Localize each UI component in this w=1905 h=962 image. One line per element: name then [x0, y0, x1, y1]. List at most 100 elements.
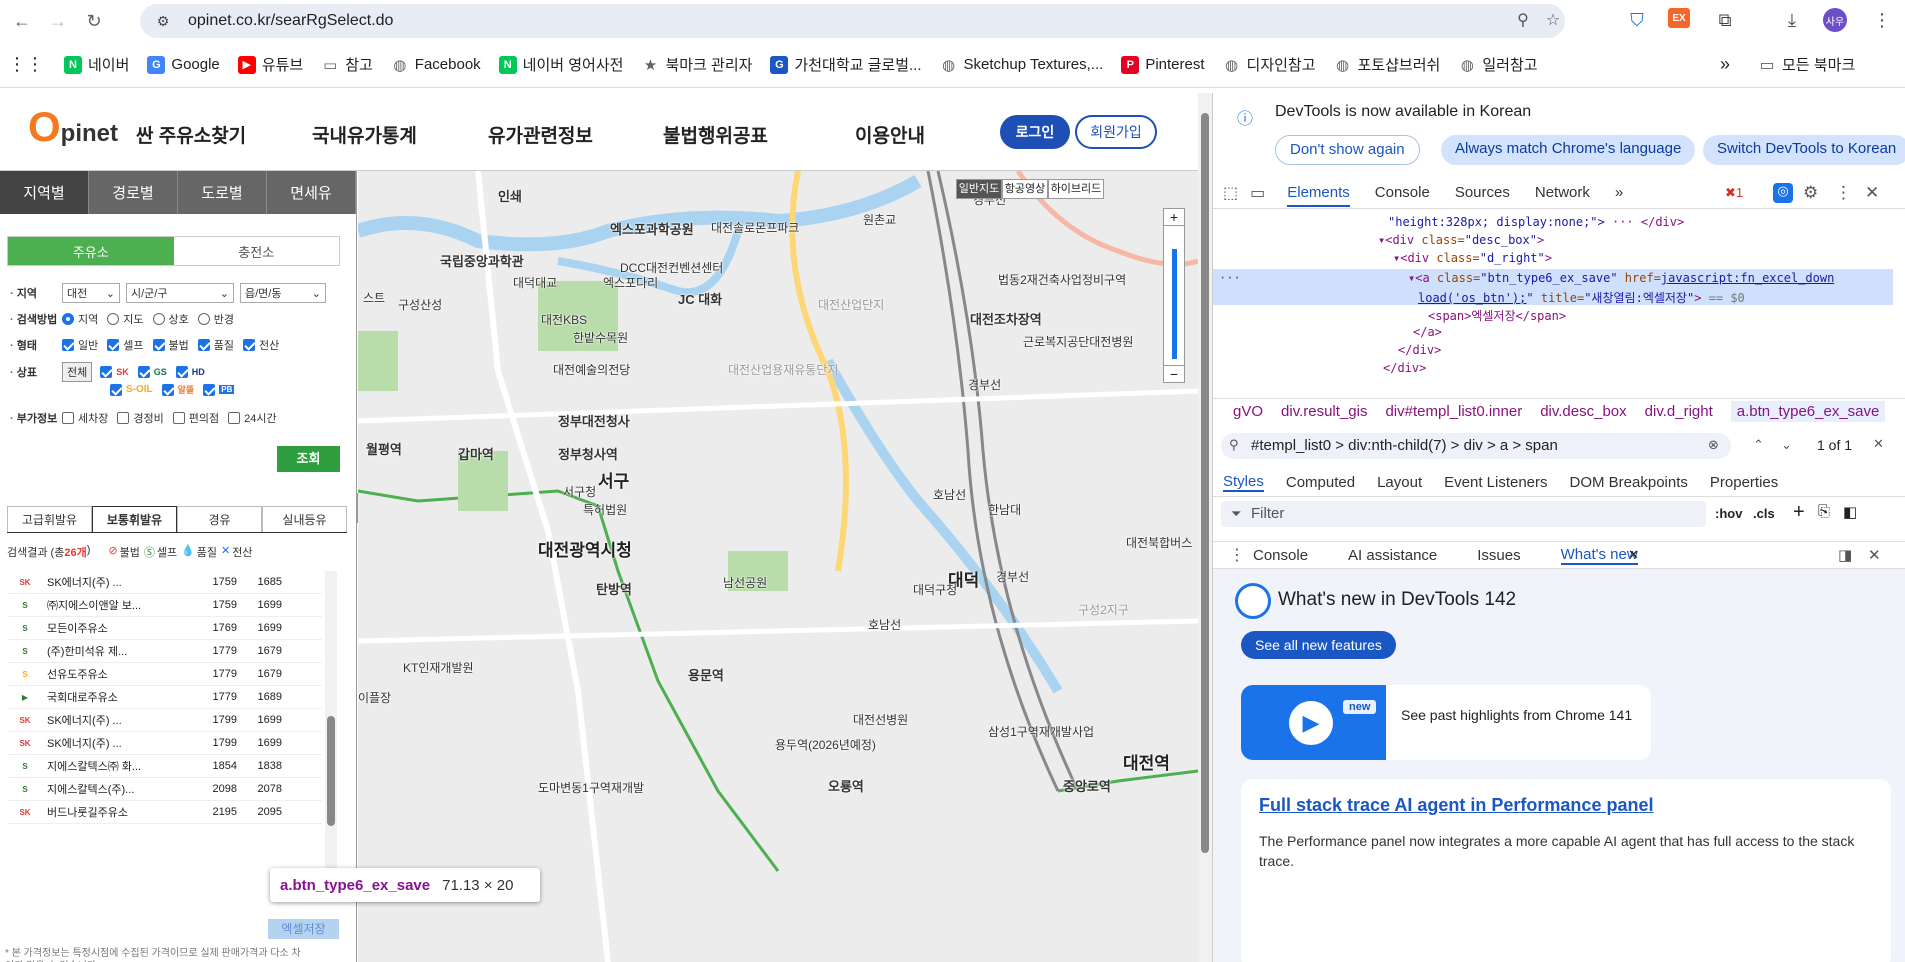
settings-gear-icon[interactable]: ⚙ — [1803, 183, 1818, 203]
devtools-scrollbar[interactable] — [1893, 93, 1905, 962]
reload-icon[interactable]: ↻ — [80, 7, 108, 35]
map-label[interactable]: JC 대화 — [678, 289, 722, 308]
map-label[interactable]: 이플장 — [358, 689, 391, 706]
station-name[interactable]: 지에스칼텍스(주)... — [47, 781, 177, 797]
bookmark-2[interactable]: ▶ 유튜브 — [237, 54, 303, 75]
extensions-icon[interactable]: ⧉ — [1713, 8, 1737, 32]
map-label[interactable]: 한밭수목원 — [573, 329, 628, 346]
styles-filter-input[interactable]: Filter — [1221, 501, 1706, 527]
more-bookmarks-icon[interactable]: » — [1720, 54, 1730, 75]
styles-tab[interactable]: Event Listeners — [1444, 474, 1547, 491]
map-label[interactable]: 서구 — [598, 467, 629, 492]
map-label[interactable]: 도마변동1구역재개발 — [538, 779, 644, 796]
brand-soil-checkbox[interactable]: S-OIL — [110, 383, 153, 396]
forward-icon[interactable]: → — [44, 7, 72, 35]
map-label[interactable]: 용두역(2026년예정) — [775, 736, 876, 753]
sigungu-select[interactable]: 시/군/구 ⌄ — [126, 283, 234, 303]
table-row[interactable]: S (주)한미석유 제... 1779 1679 — [7, 640, 322, 663]
tab-diesel[interactable]: 경유 — [177, 506, 262, 532]
map[interactable]: 인쇄 경부선 엑스포과학공원 대전솔로몬프파크 원촌교 국립중앙과학관 DCC대전컨벤션센터… — [358, 171, 1198, 962]
extra-24h-checkbox[interactable]: 24시간 — [228, 410, 277, 426]
device-toolbar-icon[interactable]: ▭ — [1250, 183, 1265, 203]
download-icon[interactable]: ⤓ — [1780, 8, 1804, 32]
brand-all-button[interactable]: 전체 — [62, 362, 93, 382]
find-input[interactable]: #templ_list0 > div:nth-child(7) > div > … — [1221, 433, 1731, 459]
tab-sources[interactable]: Sources — [1455, 184, 1510, 201]
dong-select[interactable]: 읍/면/동 ⌄ — [240, 283, 326, 303]
zoom-in-icon[interactable]: + — [1164, 209, 1184, 226]
map-label[interactable]: 정부청사역 — [558, 444, 618, 463]
code-line-3[interactable]: ▾<div class="d_right"> — [1393, 251, 1552, 265]
styles-tab[interactable]: Properties — [1710, 474, 1778, 491]
gnb-illegal[interactable]: 불법행위공표 — [663, 121, 768, 148]
find-next-icon[interactable]: ⌄ — [1781, 437, 1792, 453]
shield-extension-icon[interactable]: ⛉ — [1625, 8, 1649, 32]
styles-tab[interactable]: Computed — [1286, 474, 1355, 491]
map-label[interactable]: 탄방역 — [596, 579, 632, 598]
type-normal-checkbox[interactable]: 일반 — [62, 337, 98, 353]
table-row[interactable]: S 지에스칼텍스㈜ 화... 1854 1838 — [7, 755, 322, 778]
see-all-features-button[interactable]: See all new features — [1241, 631, 1396, 659]
table-row[interactable]: S 모든이주유소 1769 1699 — [7, 617, 322, 640]
feature-title-link[interactable]: Full stack trace AI agent in Performance… — [1259, 795, 1653, 816]
brand-alddle-checkbox[interactable]: 알뜰 — [161, 383, 194, 396]
map-label[interactable]: 오룡역 — [828, 776, 864, 795]
cls-toggle[interactable]: .cls — [1753, 506, 1775, 521]
map-label[interactable]: 정부대전청사 — [558, 411, 630, 430]
tab-charging-station[interactable]: 충전소 — [173, 237, 339, 265]
code-line-selected[interactable]: ··· ▾<a class="btn_type6_ex_save" href=j… — [1213, 269, 1893, 305]
tab-regular-gasoline[interactable]: 보통휘발유 — [92, 506, 177, 532]
map-label[interactable]: 대전선병원 — [853, 711, 908, 728]
bookmark-11[interactable]: ◍ 포토샵브러쉬 — [1334, 54, 1440, 75]
station-name[interactable]: 버드나룻길주유소 — [47, 804, 177, 820]
type-computer-checkbox[interactable]: 전산 — [243, 337, 279, 353]
map-label[interactable]: 구성2지구 — [1078, 601, 1129, 618]
map-label[interactable]: 대전광역시청 — [538, 536, 632, 561]
map-label[interactable]: 대전북합버스 — [1126, 534, 1192, 551]
map-label[interactable]: KT인재개발원 — [403, 659, 474, 676]
tab-network[interactable]: Network — [1535, 184, 1590, 201]
map-label[interactable]: 호남선 — [933, 486, 966, 503]
map-label[interactable]: 월평역 — [366, 439, 402, 458]
map-label[interactable]: 엑스포다리 — [603, 274, 658, 291]
method-radius-radio[interactable]: 반경 — [197, 311, 234, 327]
login-button[interactable]: 로그인 — [1000, 115, 1070, 149]
map-label[interactable]: 국립중앙과학관 — [440, 251, 524, 270]
code-line-a-close[interactable]: </a> — [1413, 325, 1442, 339]
hov-toggle[interactable]: :hov — [1715, 506, 1742, 521]
breadcrumb-item[interactable]: div.desc_box — [1540, 403, 1626, 420]
sido-select[interactable]: 대전 ⌄ — [62, 283, 120, 303]
map-label[interactable]: 대전역 — [1123, 749, 1170, 774]
map-label[interactable]: 경부선 — [996, 568, 1029, 585]
breadcrumb-item[interactable]: a.btn_type6_ex_save — [1730, 401, 1886, 422]
maptype-aerial[interactable]: 항공영상 — [1002, 179, 1048, 199]
map-label[interactable]: 대전KBS — [541, 311, 587, 328]
ai-icon[interactable]: ◎ — [1773, 182, 1793, 203]
tab-console[interactable]: Console — [1375, 184, 1430, 201]
bookmark-1[interactable]: G Google — [147, 55, 220, 74]
drawer-tab-issues[interactable]: Issues — [1477, 547, 1520, 564]
tab-road[interactable]: 도로별 — [178, 171, 267, 214]
bookmark-6[interactable]: ★ 북마크 관리자 — [641, 54, 753, 75]
ex-extension-icon[interactable]: EX — [1668, 8, 1690, 28]
map-label[interactable]: 중앙로역 — [1063, 776, 1111, 795]
map-label[interactable]: 대덕구청 — [913, 581, 957, 598]
tab-route[interactable]: 경로별 — [89, 171, 178, 214]
close-tab-icon[interactable]: ✕ — [1628, 547, 1639, 563]
map-label[interactable]: 남선공원 — [723, 574, 767, 591]
close-devtools-icon[interactable]: ✕ — [1865, 183, 1879, 203]
station-name[interactable]: 선유도주유소 — [47, 666, 177, 682]
tab-gas-station[interactable]: 주유소 — [8, 237, 174, 265]
brand-hd-checkbox[interactable]: HD — [175, 366, 205, 378]
drawer-menu-icon[interactable]: ⋮ — [1229, 545, 1245, 565]
bookmark-5[interactable]: N 네이버 영어사전 — [498, 54, 623, 75]
bookmark-12[interactable]: ◍ 일러참고 — [1458, 54, 1538, 75]
station-name[interactable]: ㈜지에스이앤알 보... — [47, 597, 177, 613]
more-tabs-icon[interactable]: » — [1615, 184, 1623, 201]
station-name[interactable]: 지에스칼텍스㈜ 화... — [47, 758, 177, 774]
table-row[interactable]: SK 버드나룻길주유소 2195 2095 — [7, 801, 322, 824]
tab-taxfree[interactable]: 면세유 — [267, 171, 356, 214]
bookmark-0[interactable]: N 네이버 — [64, 54, 129, 75]
find-prev-icon[interactable]: ⌃ — [1753, 437, 1764, 453]
code-line-div-close[interactable]: </div> — [1398, 343, 1441, 357]
